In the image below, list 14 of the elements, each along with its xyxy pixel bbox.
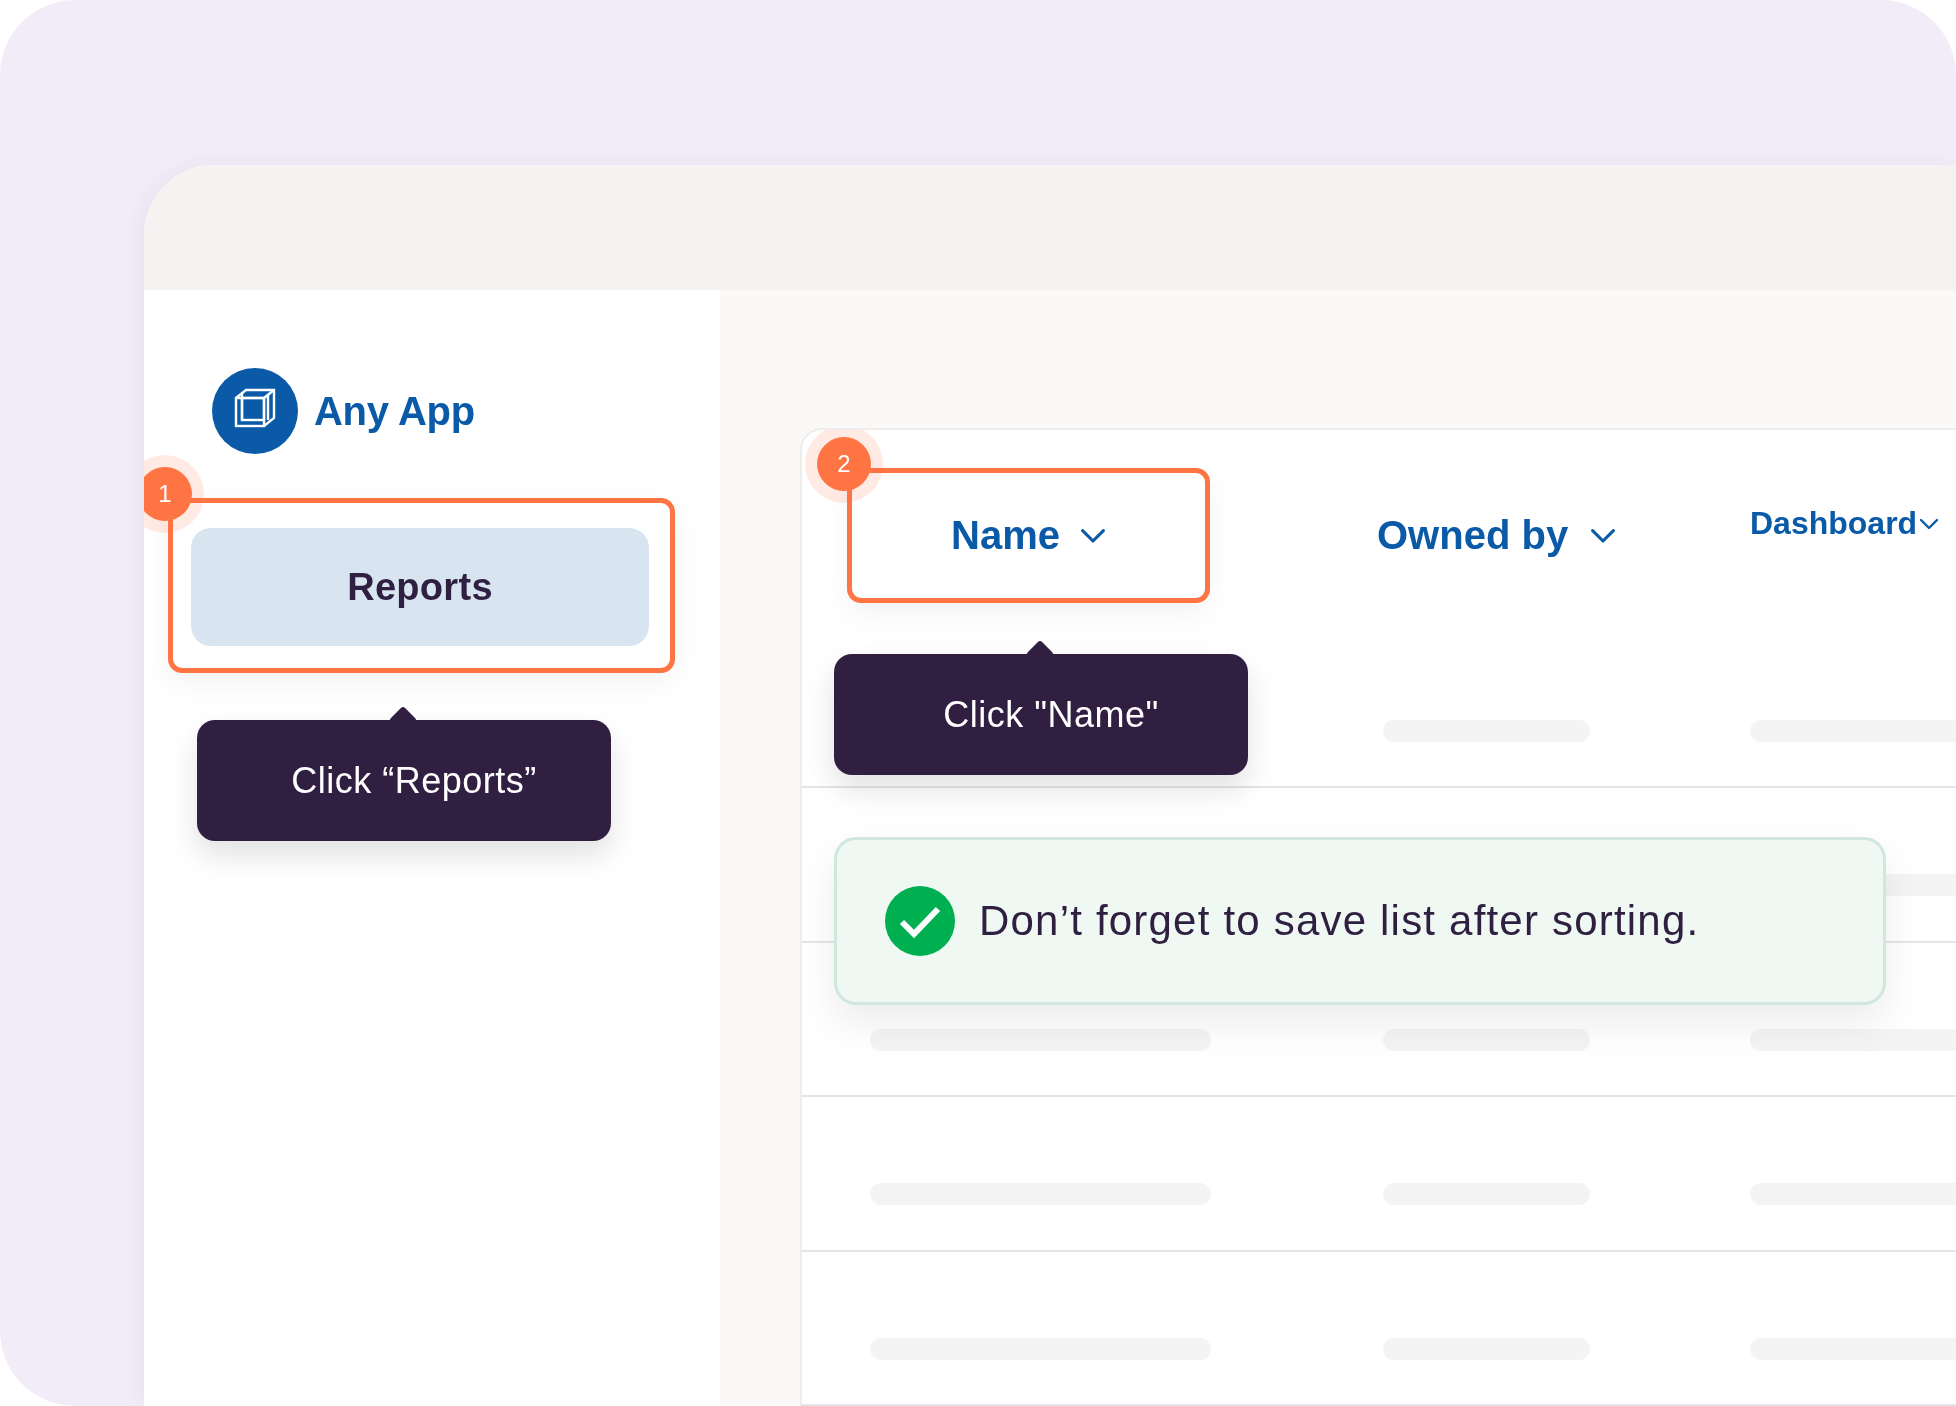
- chevron-down-icon: [1079, 527, 1106, 544]
- cube-icon: [212, 368, 298, 454]
- check-icon: [885, 886, 955, 956]
- step-badge: 1: [144, 467, 192, 521]
- column-header[interactable]: Dashboard: [1750, 456, 1956, 591]
- sidebar-item[interactable]: Reports: [191, 528, 649, 646]
- toast-message: Don’t forget to save list after sorting.: [979, 897, 1700, 945]
- column-header[interactable]: Owned by: [1377, 468, 1750, 603]
- tooltip: Click "Name": [834, 644, 1248, 775]
- tooltip: Click “Reports”: [197, 710, 611, 841]
- chevron-down-icon: [1590, 527, 1617, 544]
- app-name: Any App: [314, 388, 475, 434]
- step-badge: 2: [817, 437, 871, 491]
- chevron-down-icon: [1919, 517, 1940, 530]
